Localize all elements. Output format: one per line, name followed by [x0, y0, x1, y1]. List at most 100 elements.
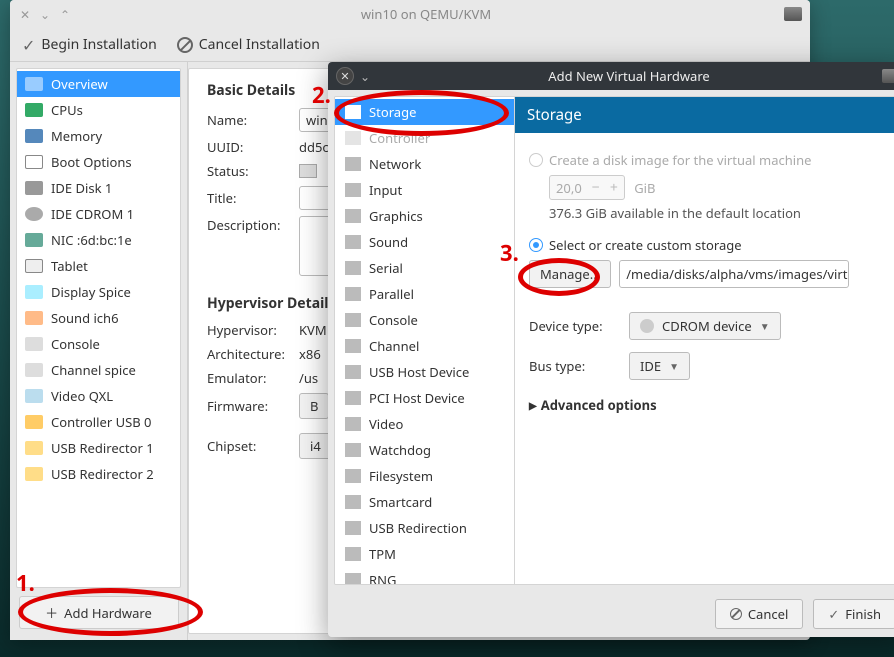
add-hardware-button[interactable]: ＋ Add Hardware — [19, 596, 179, 629]
close-icon[interactable]: ✕ — [18, 7, 32, 21]
hw-item-label: Network — [369, 155, 421, 173]
sidebar-item-boot-options[interactable]: Boot Options — [17, 149, 180, 175]
hardware-type-list[interactable]: StorageController Network Input Graphics Sou… — [335, 97, 515, 584]
hw-item-sound[interactable]: Sound — [335, 229, 514, 255]
minus-icon[interactable]: − — [592, 178, 600, 197]
sidebar-item-ide-cdrom-1[interactable]: IDE CDROM 1 — [17, 201, 180, 227]
chevron-down-icon[interactable]: ⌄ — [360, 68, 370, 85]
dialog-cancel-button[interactable]: Cancel — [715, 599, 803, 629]
hw-item-video[interactable]: Video — [335, 411, 514, 437]
hw-item-input[interactable]: Input — [335, 177, 514, 203]
hw-icon — [345, 521, 361, 535]
sidebar-item-console[interactable]: Console — [17, 331, 180, 357]
hw-icon — [345, 443, 361, 457]
sidebar-item-label: IDE Disk 1 — [51, 179, 112, 197]
hw-item-label: Console — [369, 311, 418, 329]
emulator-label: Emulator: — [207, 369, 299, 387]
device-icon — [25, 155, 43, 169]
sidebar-item-label: Sound ich6 — [51, 309, 119, 327]
sidebar-item-memory[interactable]: Memory — [17, 123, 180, 149]
sidebar-item-usb-redirector-2[interactable]: USB Redirector 2 — [17, 461, 180, 487]
hw-item-label: Graphics — [369, 207, 423, 225]
hw-item-parallel[interactable]: Parallel — [335, 281, 514, 307]
hw-item-console[interactable]: Console — [335, 307, 514, 333]
device-icon — [25, 259, 43, 273]
firmware-select[interactable]: B — [299, 393, 329, 419]
manage-button[interactable]: Manage... — [529, 260, 611, 288]
sidebar-item-label: Boot Options — [51, 153, 132, 171]
device-icon — [25, 181, 43, 195]
hw-item-rng[interactable]: RNG — [335, 567, 514, 584]
sidebar-item-sound-ich6[interactable]: Sound ich6 — [17, 305, 180, 331]
available-space-text: 376.3 GiB available in the default locat… — [549, 204, 887, 222]
cancel-icon — [177, 37, 193, 53]
sidebar-item-usb-redirector-1[interactable]: USB Redirector 1 — [17, 435, 180, 461]
sidebar-item-cpus[interactable]: CPUs — [17, 97, 180, 123]
sidebar-item-nic-6d-bc-1e[interactable]: NIC :6d:bc:1e — [17, 227, 180, 253]
hypervisor-label: Hypervisor: — [207, 321, 299, 339]
hw-item-controller: Controller — [335, 125, 514, 151]
titlebar: ✕ ⌄ ⌃ win10 on QEMU/KVM — [10, 0, 810, 28]
hw-item-watchdog[interactable]: Watchdog — [335, 437, 514, 463]
create-disk-radio[interactable] — [529, 153, 543, 167]
hw-item-channel[interactable]: Channel — [335, 333, 514, 359]
chevron-up-icon[interactable]: ⌃ — [58, 7, 72, 21]
hw-item-network[interactable]: Network — [335, 151, 514, 177]
device-icon — [25, 103, 43, 117]
cancel-label: Cancel Installation — [199, 35, 320, 54]
architecture-label: Architecture: — [207, 345, 299, 363]
sidebar-item-display-spice[interactable]: Display Spice — [17, 279, 180, 305]
vm-icon — [882, 69, 894, 83]
device-list[interactable]: OverviewCPUsMemory Boot Options IDE Disk 1… — [16, 68, 181, 588]
sidebar-item-label: Display Spice — [51, 283, 131, 301]
device-icon — [25, 285, 43, 299]
hw-item-usb-redirection[interactable]: USB Redirection — [335, 515, 514, 541]
advanced-options-expander[interactable]: ▶ Advanced options — [529, 396, 887, 414]
dialog-finish-button[interactable]: ✓ Finish — [813, 599, 894, 629]
device-icon — [25, 77, 43, 91]
sidebar-item-ide-disk-1[interactable]: IDE Disk 1 — [17, 175, 180, 201]
device-icon — [25, 129, 43, 143]
hw-icon — [345, 365, 361, 379]
device-icon — [25, 415, 43, 429]
uuid-label: UUID: — [207, 138, 299, 156]
hw-icon — [345, 547, 361, 561]
hardware-form: Storage Create a disk image for the virt… — [515, 97, 894, 584]
check-icon: ✓ — [22, 34, 35, 56]
device-icon — [25, 363, 43, 377]
name-label: Name: — [207, 111, 299, 129]
hw-item-serial[interactable]: Serial — [335, 255, 514, 281]
dialog-close-icon[interactable]: ✕ — [336, 67, 354, 85]
sidebar-item-channel-spice[interactable]: Channel spice — [17, 357, 180, 383]
sidebar-item-overview[interactable]: Overview — [17, 71, 180, 97]
title-label: Title: — [207, 189, 299, 207]
uuid-value: dd5c — [299, 138, 329, 156]
storage-path-input[interactable]: /media/disks/alpha/vms/images/virtio-w — [619, 260, 849, 288]
custom-storage-radio[interactable] — [529, 238, 543, 252]
hw-item-graphics[interactable]: Graphics — [335, 203, 514, 229]
plus-icon[interactable]: + — [610, 178, 618, 197]
hw-item-pci-host-device[interactable]: PCI Host Device — [335, 385, 514, 411]
device-icon — [25, 207, 43, 221]
sidebar-item-video-qxl[interactable]: Video QXL — [17, 383, 180, 409]
hw-icon — [345, 157, 361, 171]
hw-item-label: Parallel — [369, 285, 414, 303]
cancel-installation-button[interactable]: Cancel Installation — [177, 35, 320, 54]
begin-installation-button[interactable]: ✓ Begin Installation — [22, 34, 157, 56]
caret-down-icon: ▼ — [760, 319, 770, 333]
hw-item-storage[interactable]: Storage — [335, 99, 514, 125]
hw-item-smartcard[interactable]: Smartcard — [335, 489, 514, 515]
hw-item-tpm[interactable]: TPM — [335, 541, 514, 567]
sidebar-item-label: Console — [51, 335, 100, 353]
chevron-down-icon[interactable]: ⌄ — [38, 7, 52, 21]
bus-type-select[interactable]: IDE ▼ — [629, 352, 690, 380]
hw-item-usb-host-device[interactable]: USB Host Device — [335, 359, 514, 385]
hw-item-filesystem[interactable]: Filesystem — [335, 463, 514, 489]
sidebar-item-tablet[interactable]: Tablet — [17, 253, 180, 279]
device-icon — [25, 389, 43, 403]
device-type-select[interactable]: CDROM device ▼ — [629, 312, 781, 340]
sidebar-item-controller-usb-0[interactable]: Controller USB 0 — [17, 409, 180, 435]
chipset-select[interactable]: i4 — [299, 433, 332, 459]
disk-size-spinner[interactable]: 20,0 − + — [549, 175, 625, 200]
caret-down-icon: ▼ — [669, 359, 679, 373]
